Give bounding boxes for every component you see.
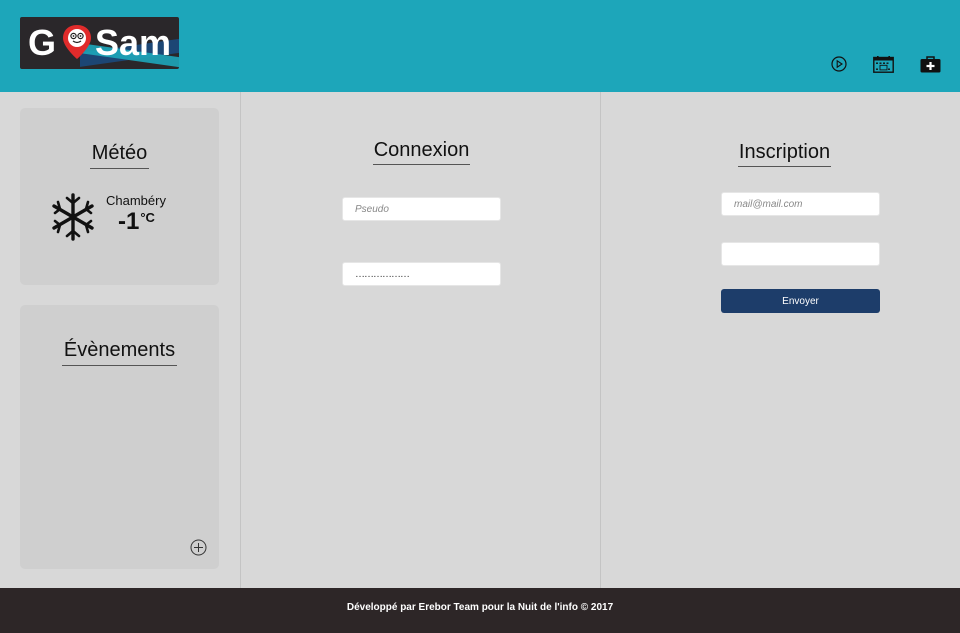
meteo-card: Météo Chambéry -1°C — [20, 108, 219, 285]
calendar-icon[interactable] — [871, 53, 895, 75]
play-circle-icon[interactable] — [830, 53, 848, 75]
snowflake-icon — [52, 193, 94, 241]
map-pin-face-icon — [63, 25, 91, 59]
events-card: Évènements — [20, 305, 219, 569]
pseudo-input[interactable] — [342, 197, 501, 221]
password-input[interactable] — [342, 262, 501, 286]
temperature-unit: °C — [140, 210, 155, 225]
events-title: Évènements — [20, 339, 219, 366]
meteo-city: Chambéry — [106, 193, 166, 208]
footer-text: Développé par Erebor Team pour la Nuit d… — [346, 602, 614, 613]
signup-field[interactable] — [721, 242, 880, 266]
send-button[interactable]: Envoyer — [721, 289, 880, 313]
footer: Développé par Erebor Team pour la Nuit d… — [0, 588, 960, 633]
column-divider — [600, 92, 601, 588]
logo-text-sam: Sam — [95, 22, 172, 63]
first-aid-kit-icon[interactable] — [918, 53, 942, 75]
plus-circle-icon[interactable] — [190, 539, 207, 556]
logo-text-g: G — [28, 22, 57, 63]
meteo-title: Météo — [20, 142, 219, 169]
email-input[interactable] — [721, 192, 880, 216]
meteo-temperature: -1°C — [118, 208, 155, 235]
inscription-title: Inscription — [721, 141, 848, 167]
column-divider — [240, 92, 241, 588]
connexion-title: Connexion — [342, 139, 501, 165]
gosam-logo[interactable]: G Sam — [20, 17, 179, 69]
header: G Sam — [0, 0, 960, 92]
